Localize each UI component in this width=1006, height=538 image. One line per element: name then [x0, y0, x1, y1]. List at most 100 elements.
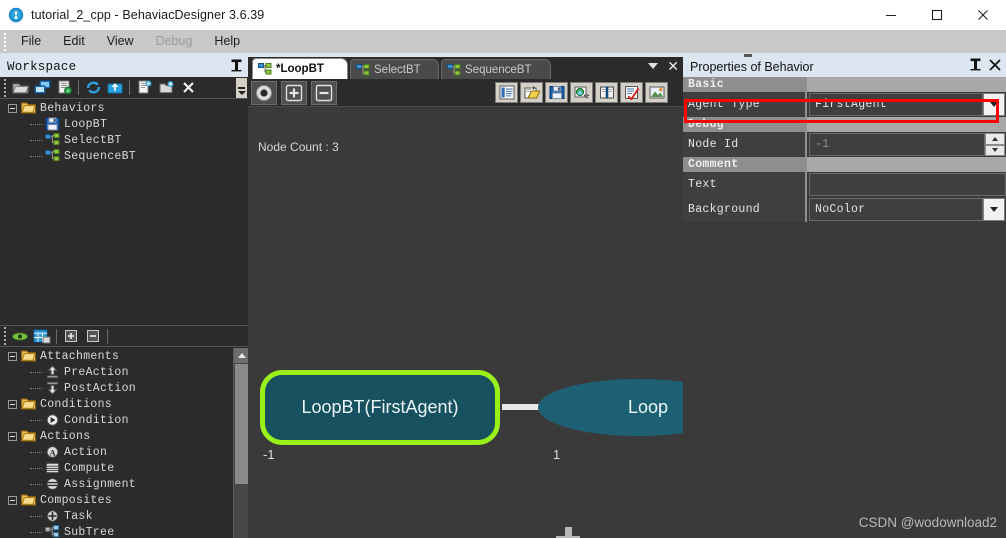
bt-node-loop[interactable]: Loop	[538, 379, 683, 436]
tree-item-subtree[interactable]: SubTree	[0, 524, 248, 538]
folder-icon	[20, 493, 37, 508]
collapse-all-minus-icon[interactable]	[82, 326, 104, 346]
tree-collapse-toggle[interactable]	[8, 103, 17, 113]
tree-item-selectbt[interactable]: SelectBT	[0, 132, 248, 148]
tree-item-label: Action	[64, 445, 108, 459]
maximize-button[interactable]	[914, 0, 960, 30]
node-library-tree[interactable]: Attachments PreAction PostAction Conditions…	[0, 348, 248, 538]
graph-edge	[502, 404, 540, 410]
tree-item-label: Behaviors	[40, 101, 105, 115]
menu-item-view[interactable]: View	[96, 30, 145, 53]
tree-item-postaction[interactable]: PostAction	[0, 380, 248, 396]
plus-icon[interactable]	[556, 527, 580, 538]
menu-item-file[interactable]: File	[10, 30, 52, 53]
tab-sequencebt[interactable]: SequenceBT	[441, 59, 551, 79]
tree-item-composites[interactable]: Composites	[0, 492, 248, 508]
properties-grid: Basic Agent Type FirstAgent Debug Node I…	[683, 77, 1006, 222]
pin-icon[interactable]	[231, 59, 242, 76]
menu-grip-handle[interactable]	[0, 30, 10, 53]
node-library-scrollbar[interactable]	[233, 348, 249, 538]
zoom-out-minus-icon[interactable]	[311, 81, 337, 105]
tree-item-assignment[interactable]: Assignment	[0, 476, 248, 492]
chevron-down-icon[interactable]	[648, 63, 659, 69]
sync-icon[interactable]	[82, 78, 104, 98]
tree-connector-line	[30, 483, 42, 485]
comment-text-input[interactable]	[809, 173, 1006, 196]
export-behavior-icon[interactable]	[570, 82, 593, 103]
properties-list-icon[interactable]	[495, 82, 518, 103]
property-row-agent-type[interactable]: Agent Type FirstAgent	[683, 92, 1006, 117]
save-floppy-icon[interactable]	[545, 82, 568, 103]
menu-item-edit[interactable]: Edit	[52, 30, 96, 53]
svg-text:A: A	[49, 448, 55, 457]
grid-table-icon[interactable]	[31, 326, 53, 346]
zoom-in-plus-icon[interactable]	[281, 81, 307, 105]
export-image-icon[interactable]	[645, 82, 668, 103]
background-dropdown-button[interactable]	[983, 198, 1005, 221]
tree-item-loopbt[interactable]: LoopBT	[0, 116, 248, 132]
property-label: Agent Type	[683, 92, 807, 117]
tree-item-action[interactable]: A Action	[0, 444, 248, 460]
stepper-up-icon[interactable]	[985, 133, 1005, 145]
tree-item-preaction[interactable]: PreAction	[0, 364, 248, 380]
close-x-icon[interactable]	[989, 59, 1001, 74]
property-row-background[interactable]: Background NoColor	[683, 197, 1006, 222]
scroll-up-icon[interactable]	[234, 348, 249, 363]
connect-network-icon[interactable]	[31, 78, 53, 98]
pin-icon[interactable]	[970, 58, 981, 75]
eye-icon[interactable]	[9, 326, 31, 346]
behavior-tree-icon	[258, 63, 272, 75]
scrollbar-thumb[interactable]	[235, 364, 248, 484]
reference-book-icon[interactable]	[595, 82, 618, 103]
behavior-tree-canvas[interactable]: Node Count : 3 LoopBT(FirstAgent) -1 Loo…	[248, 107, 683, 538]
tab-loopbt[interactable]: *LoopBT	[252, 58, 348, 79]
menu-item-help[interactable]: Help	[203, 30, 251, 53]
tree-collapse-toggle[interactable]	[8, 351, 17, 361]
tree-collapse-toggle[interactable]	[8, 431, 17, 441]
export-up-icon[interactable]	[104, 78, 126, 98]
node-id-value[interactable]: -1	[809, 133, 985, 156]
minimize-button[interactable]	[868, 0, 914, 30]
property-row-text[interactable]: Text	[683, 172, 1006, 197]
check-edit-icon[interactable]	[620, 82, 643, 103]
agent-type-dropdown-button[interactable]	[983, 93, 1005, 116]
tabstrip-controls: ✕	[648, 59, 679, 73]
bt-node-id-label: 1	[553, 447, 561, 462]
new-document-icon[interactable]	[133, 78, 155, 98]
tree-item-attachments[interactable]: Attachments	[0, 348, 248, 364]
tree-collapse-toggle[interactable]	[8, 495, 17, 505]
tab-selectbt[interactable]: SelectBT	[350, 59, 439, 79]
bt-node-root[interactable]: LoopBT(FirstAgent)	[260, 370, 500, 445]
stepper-down-icon[interactable]	[985, 144, 1005, 156]
tree-item-conditions[interactable]: Conditions	[0, 396, 248, 412]
tree-collapse-toggle[interactable]	[8, 399, 17, 409]
workspace-toolbar-grip[interactable]	[0, 77, 9, 99]
tree-item-actions[interactable]: Actions	[0, 428, 248, 444]
tree-item-condition[interactable]: Condition	[0, 412, 248, 428]
tree-item-compute[interactable]: Compute	[0, 460, 248, 476]
tree-item-task[interactable]: Task	[0, 508, 248, 524]
workspace-tree[interactable]: Behaviors LoopBT SelectBT SequenceBT	[0, 100, 248, 325]
expand-all-plus-icon[interactable]	[60, 326, 82, 346]
tree-item-behaviors[interactable]: Behaviors	[0, 100, 248, 116]
background-value[interactable]: NoColor	[809, 198, 983, 221]
property-row-node-id[interactable]: Node Id -1	[683, 132, 1006, 157]
open-folder-icon[interactable]	[9, 78, 31, 98]
left-panel-column: Workspace Behaviors LoopBT SelectBT Sequ…	[0, 57, 249, 538]
close-x-icon[interactable]: ✕	[667, 59, 679, 73]
tree-item-sequencebt[interactable]: SequenceBT	[0, 148, 248, 164]
agent-type-value[interactable]: FirstAgent	[809, 93, 983, 116]
record-stop-icon[interactable]	[251, 81, 277, 105]
open-behavior-icon[interactable]	[520, 82, 543, 103]
workspace-toolbar-overflow[interactable]	[236, 78, 247, 98]
close-x-icon[interactable]	[177, 78, 199, 98]
watermark-label: CSDN @wodownload2	[858, 515, 997, 530]
close-button[interactable]	[960, 0, 1006, 30]
new-folder-icon[interactable]	[155, 78, 177, 98]
node-library-toolbar-grip[interactable]	[0, 325, 9, 347]
editor-area: *LoopBT SelectBT SequenceBT ✕ Node Count…	[248, 57, 683, 538]
tree-connector-line	[30, 139, 42, 141]
tree-connector-line	[30, 419, 42, 421]
node-id-stepper[interactable]	[985, 133, 1005, 156]
document-refresh-icon[interactable]	[53, 78, 75, 98]
